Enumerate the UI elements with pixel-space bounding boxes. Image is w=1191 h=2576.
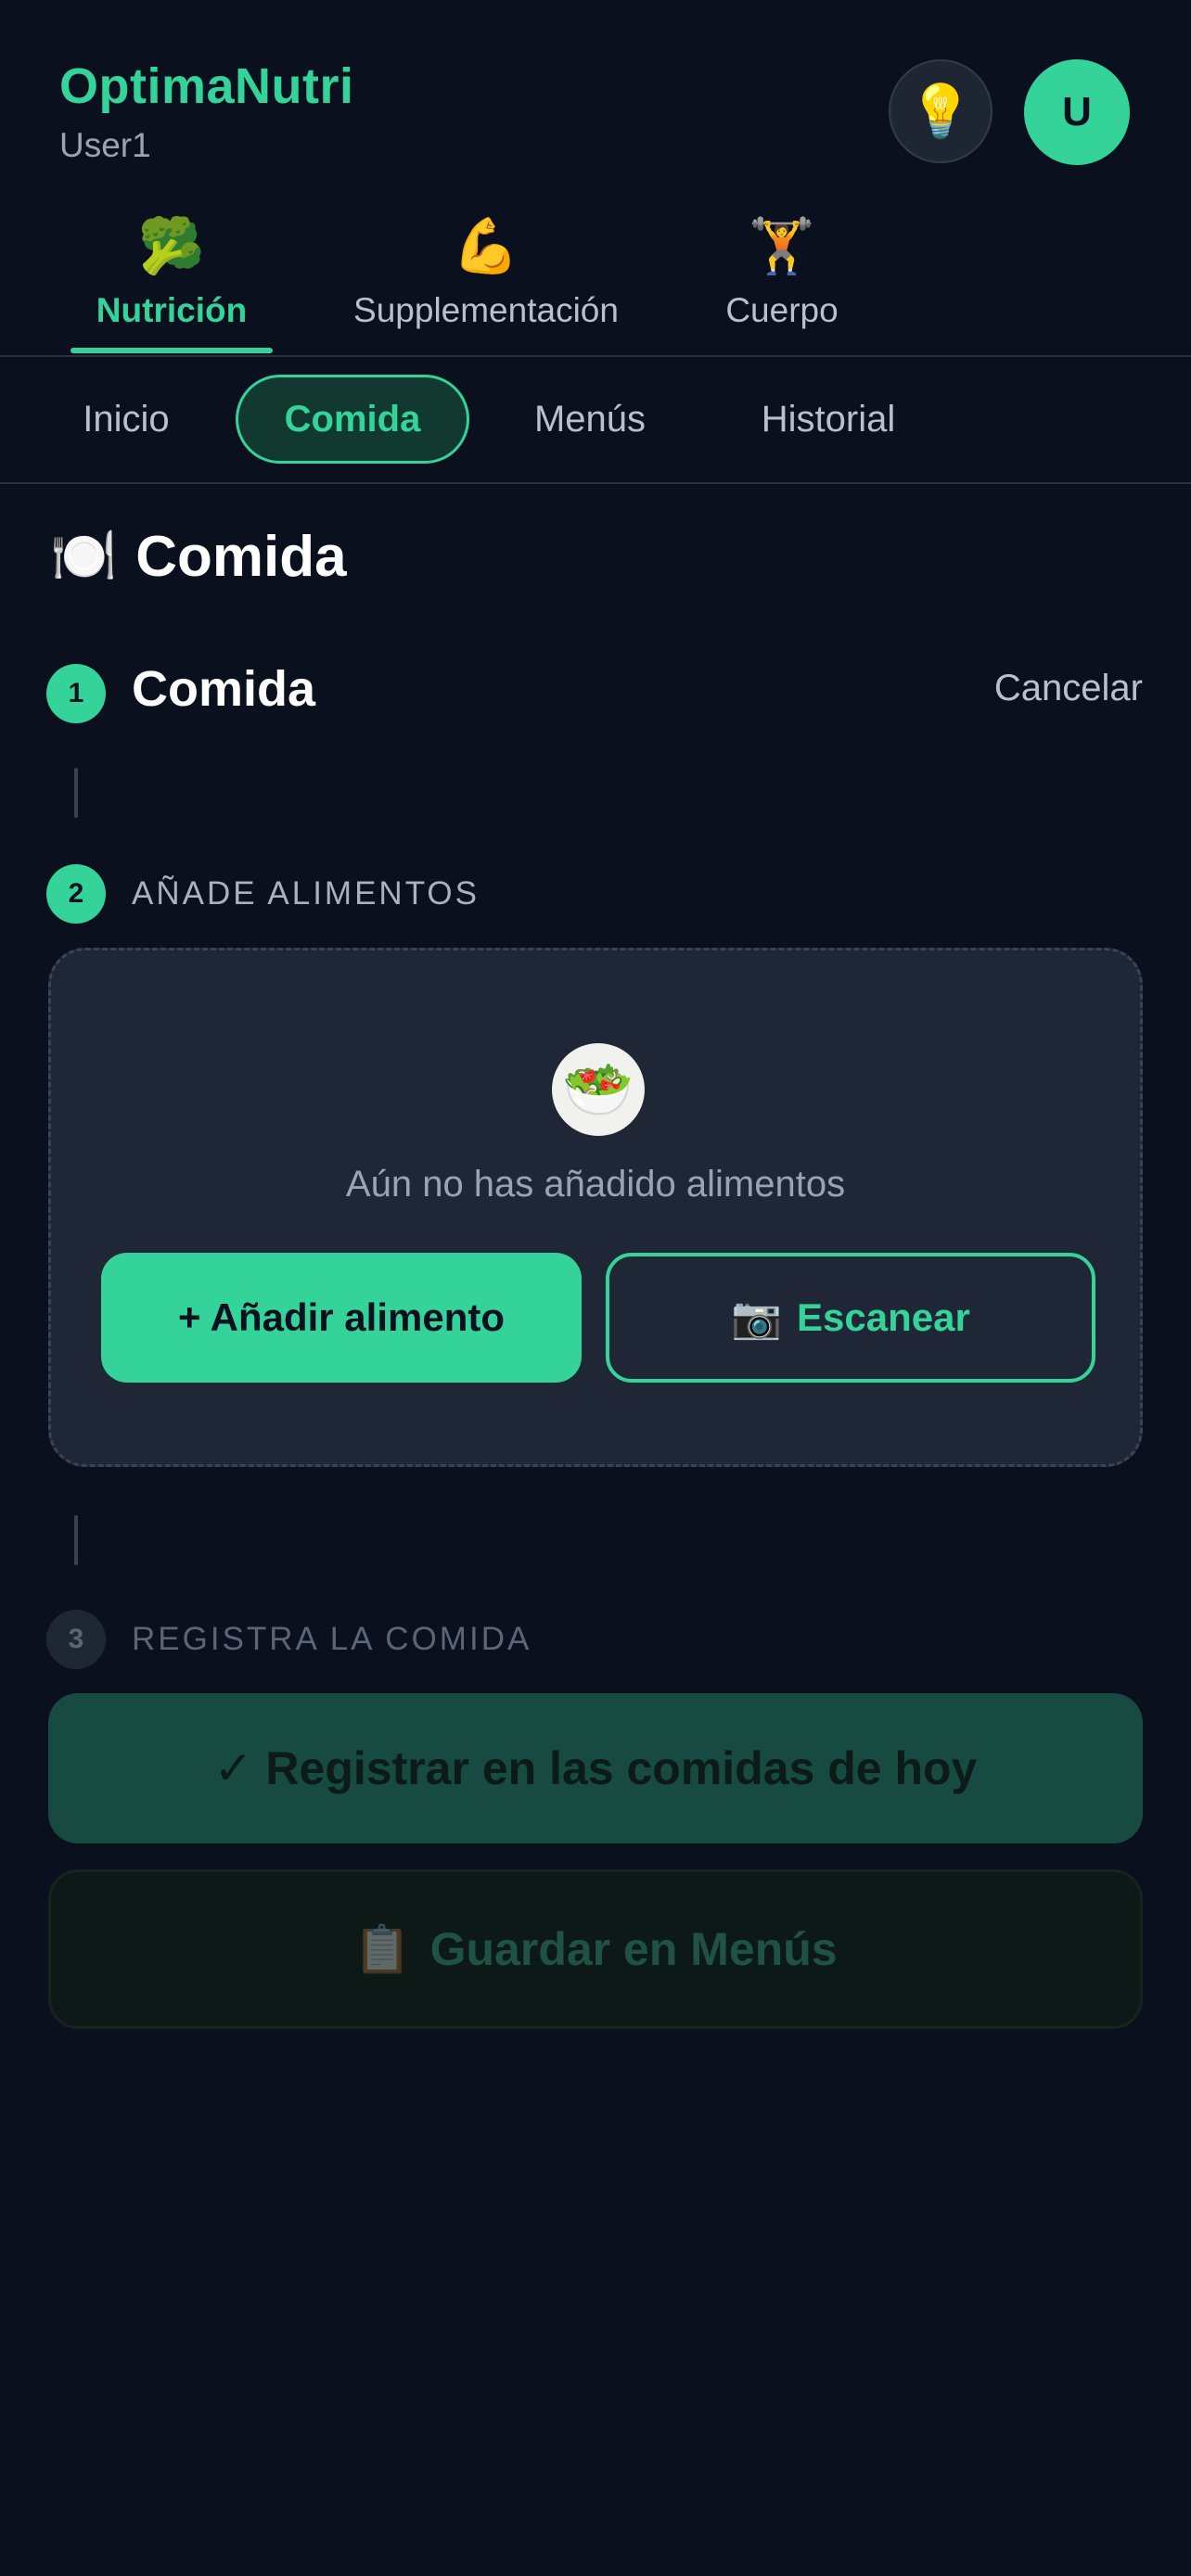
lightbulb-button[interactable]: 💡 — [889, 59, 992, 163]
tab-supplementacion[interactable]: 💪 Supplementación — [336, 213, 636, 356]
plate-cutlery-icon: 🍽️ — [50, 526, 118, 586]
empty-state-text: Aún no has añadido alimentos — [345, 1164, 846, 1205]
broccoli-icon: 🥦 — [137, 216, 206, 276]
page-title: 🍽️ Comida — [50, 517, 347, 595]
save-to-menus-label: Guardar en Menús — [429, 1923, 838, 1975]
step-1-badge: 1 — [46, 664, 106, 723]
flexed-biceps-icon: 💪 — [452, 216, 520, 276]
step-1-label: Comida — [132, 661, 316, 717]
user-name: User1 — [59, 126, 151, 164]
clipboard-icon: 📋 — [353, 1922, 412, 1975]
step-2-badge: 2 — [46, 864, 106, 924]
step-connector — [74, 1515, 78, 1565]
sub-tabs-divider — [0, 482, 1191, 484]
register-meal-button[interactable]: ✓ Registrar en las comidas de hoy — [48, 1693, 1143, 1843]
scan-button[interactable]: 📷 Escanear — [606, 1253, 1095, 1383]
app-screen: OptimaNutri User1 💡 U 🥦 Nutrición 💪 Supp… — [0, 0, 1191, 2576]
weight-lifter-icon: 🏋️ — [748, 216, 816, 276]
subtab-comida[interactable]: Comida — [236, 375, 469, 464]
subtab-menus[interactable]: Menús — [516, 375, 664, 464]
app-title: OptimaNutri — [59, 58, 354, 114]
main-tabs-divider — [0, 355, 1191, 357]
step-2-label: AÑADE ALIMENTOS — [132, 875, 480, 912]
tab-cuerpo-label: Cuerpo — [725, 291, 839, 329]
subtab-historial[interactable]: Historial — [738, 375, 918, 464]
scan-button-label: Escanear — [796, 1295, 970, 1339]
tab-nutricion[interactable]: 🥦 Nutrición — [70, 213, 273, 356]
salad-icon: 🥗 — [552, 1043, 645, 1136]
step-3-badge: 3 — [46, 1610, 106, 1669]
add-food-button[interactable]: + Añadir alimento — [101, 1253, 582, 1383]
step-connector — [74, 768, 78, 818]
avatar-button[interactable]: U — [1024, 59, 1130, 165]
page-title-text: Comida — [135, 524, 347, 589]
save-to-menus-button[interactable]: 📋 Guardar en Menús — [48, 1869, 1143, 2029]
subtab-inicio[interactable]: Inicio — [65, 375, 187, 464]
lightbulb-icon: 💡 — [908, 82, 973, 140]
food-list-box: 🥗 Aún no has añadido alimentos + Añadir … — [48, 948, 1143, 1467]
tab-supplementacion-label: Supplementación — [353, 291, 619, 329]
tab-nutricion-label: Nutrición — [96, 291, 248, 329]
cancel-button[interactable]: Cancelar — [994, 668, 1143, 709]
tab-cuerpo[interactable]: 🏋️ Cuerpo — [711, 213, 853, 356]
step-3-label: REGISTRA LA COMIDA — [132, 1621, 532, 1657]
active-tab-indicator — [70, 348, 273, 353]
camera-icon: 📷 — [731, 1295, 782, 1341]
